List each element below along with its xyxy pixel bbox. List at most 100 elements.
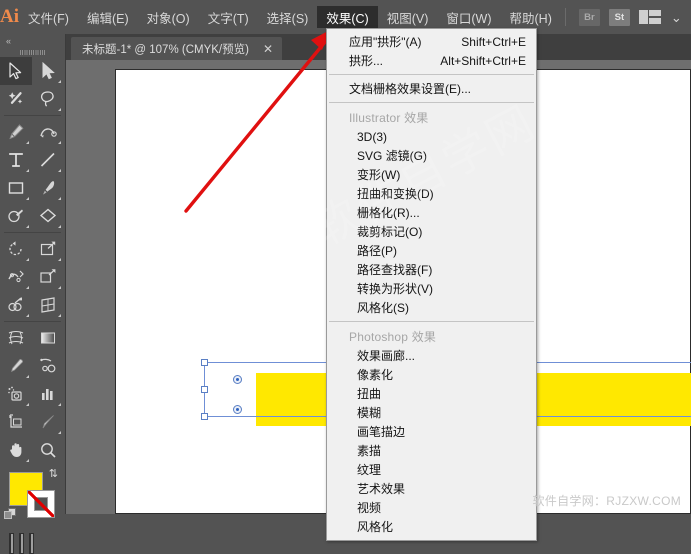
path-anchor-point-upper[interactable] [233,375,242,384]
color-mode-button[interactable] [10,533,13,553]
lasso-tool[interactable] [32,85,64,113]
tool-flyout-indicator [58,108,61,111]
gradient-tool[interactable] [32,324,64,352]
eyedropper-tool[interactable] [0,352,32,380]
menu-item[interactable]: 像素化 [327,365,536,384]
menu-item[interactable]: 效果画廊... [327,346,536,365]
rectangle-tool[interactable] [0,174,32,202]
menubar-right-controls: Br St ⌄ [561,8,691,26]
close-icon[interactable]: ✕ [263,43,273,55]
menu-item-label: 文档栅格效果设置(E)... [349,82,471,96]
menu-item[interactable]: 路径(P) [327,241,536,260]
panel-drag-grip[interactable] [0,47,65,57]
menu-item[interactable]: 3D(3) [327,127,536,146]
none-mode-button[interactable] [30,533,33,553]
zoom-tool[interactable] [32,436,64,464]
paintbrush-tool[interactable] [32,174,64,202]
width-tool[interactable] [0,263,32,291]
path-anchor-point-lower[interactable] [233,405,242,414]
menu-item[interactable]: 转换为形状(V) [327,279,536,298]
none-mode-frame [29,533,34,554]
menu-6[interactable]: 效果(C) [317,6,378,28]
symbol-sprayer-tool[interactable] [0,380,32,408]
menu-4[interactable]: 文字(T) [199,6,258,28]
line-segment-tool[interactable] [32,146,64,174]
menu-item-label: 风格化(S) [357,301,409,315]
tool-flyout-indicator [26,141,29,144]
menu-item[interactable]: 艺术效果 [327,479,536,498]
menu-item-label: 纹理 [357,463,382,477]
menu-item[interactable]: 文档栅格效果设置(E)... [327,79,536,98]
column-graph-tool[interactable] [32,380,64,408]
menu-item[interactable]: 路径查找器(F) [327,260,536,279]
menu-item[interactable]: 栅格化(R)... [327,203,536,222]
magic-wand-tool[interactable] [0,85,32,113]
blend-tool[interactable] [32,352,64,380]
menu-item[interactable]: 扭曲和变换(D) [327,184,536,203]
tool-divider [4,321,61,322]
hand-tool[interactable] [0,436,32,464]
menu-item-label: 栅格化(R)... [357,206,420,220]
menu-7[interactable]: 视图(V) [378,6,438,28]
menu-item-label: 艺术效果 [357,482,406,496]
free-transform-tool[interactable] [32,263,64,291]
selection-tool[interactable] [0,57,32,85]
tool-flyout-indicator [58,169,61,172]
workspace-switcher-icon[interactable] [638,10,661,24]
menu-item[interactable]: 素描 [327,441,536,460]
chevron-down-icon[interactable]: ⌄ [671,11,682,24]
type-tool[interactable] [0,146,32,174]
artboard-tool[interactable] [0,408,32,436]
menu-item[interactable]: 模糊 [327,403,536,422]
tool-flyout-indicator [58,286,61,289]
illustrator-window: Ai 文件(F) 编辑(E) 对象(O) 文字(T) 选择(S) 效果(C) 视图(V) 窗口… [0,0,691,554]
shaper-tool[interactable] [0,202,32,230]
menu-9[interactable]: 帮助(H) [501,6,561,28]
default-colors-icon[interactable] [4,508,17,521]
eraser-tool[interactable] [32,202,64,230]
menu-item[interactable]: 裁剪标记(O) [327,222,536,241]
mesh-tool[interactable] [0,324,32,352]
slice-tool[interactable] [32,408,64,436]
menu-item[interactable]: 风格化 [327,517,536,536]
document-tab-title: 未标题-1* @ 107% (CMYK/预览) [82,43,249,56]
color-mode-frame [9,533,14,554]
scale-tool[interactable] [32,235,64,263]
shape-builder-tool[interactable] [0,291,32,319]
menu-item[interactable]: 风格化(S) [327,298,536,317]
tool-flyout-indicator [26,197,29,200]
menu-item[interactable]: 纹理 [327,460,536,479]
perspective-grid-tool[interactable] [32,291,64,319]
menu-item-label: 3D(3) [357,129,388,144]
menu-5[interactable]: 选择(S) [258,6,318,28]
tool-flyout-indicator [26,403,29,406]
stock-icon[interactable]: St [608,8,630,26]
menu-separator [329,321,534,322]
menu-3[interactable]: 对象(O) [138,6,199,28]
menu-item[interactable]: 画笔描边 [327,422,536,441]
rotate-tool[interactable] [0,235,32,263]
menu-item[interactable]: 扭曲 [327,384,536,403]
menu-item[interactable]: 应用"拱形"(A) Shift+Ctrl+E [327,32,536,51]
menu-item-label: 路径查找器(F) [357,263,433,277]
menu-2[interactable]: 编辑(E) [78,6,138,28]
menu-item[interactable]: SVG 滤镜(G) [327,146,536,165]
pen-tool[interactable] [0,118,32,146]
menu-1[interactable]: 文件(F) [19,6,78,28]
collapse-panel-icon[interactable]: « [0,34,65,47]
gradient-mode-button[interactable] [20,533,23,553]
app-logo: Ai [0,6,19,27]
curvature-tool[interactable] [32,118,64,146]
menu-item[interactable]: 视频 [327,498,536,517]
effect-menu-dropdown[interactable]: 应用"拱形"(A) Shift+Ctrl+E 拱形... Alt+Shift+Ctrl… [326,28,537,541]
document-tab[interactable]: 未标题-1* @ 107% (CMYK/预览) ✕ [71,37,283,60]
tool-flyout-indicator [26,375,29,378]
menu-item[interactable]: 变形(W) [327,165,536,184]
direct-selection-tool[interactable] [32,57,64,85]
bridge-icon[interactable]: Br [578,8,600,26]
menubar-divider [564,8,566,26]
menu-8[interactable]: 窗口(W) [437,6,500,28]
tool-divider [4,115,61,116]
swap-fill-stroke-icon[interactable]: ⇅ [49,469,58,480]
menu-item[interactable]: 拱形... Alt+Shift+Ctrl+E [327,51,536,70]
